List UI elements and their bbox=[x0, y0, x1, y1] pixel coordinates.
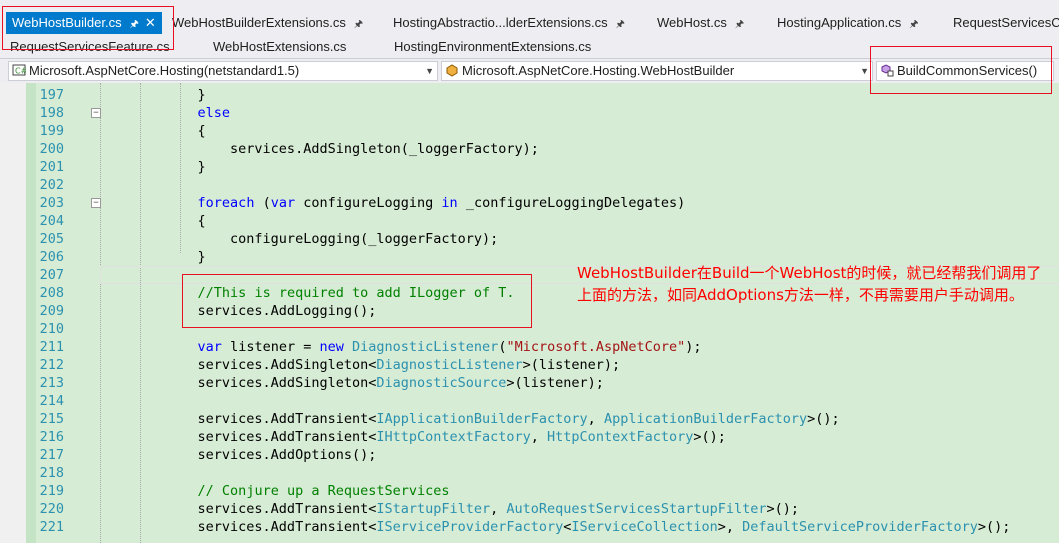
tab-hostingabstractions[interactable]: HostingAbstractio...lderExtensions.cs 🖈 bbox=[393, 12, 625, 34]
code-text: } bbox=[100, 249, 206, 265]
code-text: } bbox=[100, 159, 206, 175]
code-text: services.AddTransient<IStartupFilter, Au… bbox=[100, 501, 800, 517]
code-text: foreach (var configureLogging in _config… bbox=[197, 195, 686, 211]
tab-requestservicescontainer[interactable]: RequestServicesC... bbox=[953, 12, 1059, 34]
code-line[interactable]: 220 services.AddTransient<IStartupFilter… bbox=[0, 500, 1059, 518]
line-number: 215 bbox=[39, 411, 64, 427]
project-dropdown[interactable]: C#Microsoft.AspNetCore.Hosting(netstanda… bbox=[8, 61, 438, 81]
highlight-box-member bbox=[870, 46, 1052, 94]
line-number: 208 bbox=[39, 285, 64, 301]
code-text: configureLogging(_loggerFactory); bbox=[100, 231, 499, 247]
pin-icon[interactable]: 🖈 bbox=[909, 19, 918, 30]
code-line[interactable]: 212 services.AddSingleton<DiagnosticList… bbox=[0, 356, 1059, 374]
line-number: 203 bbox=[39, 195, 64, 211]
csharp-project-icon: C# bbox=[12, 64, 26, 76]
line-number: 201 bbox=[39, 159, 64, 175]
code-text: else bbox=[197, 105, 231, 121]
code-text: services.AddSingleton(_loggerFactory); bbox=[100, 141, 539, 157]
code-line[interactable]: 204 { bbox=[0, 212, 1059, 230]
code-text: } bbox=[100, 87, 206, 103]
annotation-note: WebHostBuilder在Build一个WebHost的时候，就已经帮我们调… bbox=[577, 264, 1042, 304]
line-number: 197 bbox=[39, 87, 64, 103]
tab-webhost[interactable]: WebHost.cs 🖈 bbox=[657, 12, 744, 34]
class-icon bbox=[446, 64, 458, 77]
code-line[interactable]: 205 configureLogging(_loggerFactory); bbox=[0, 230, 1059, 248]
line-number: 211 bbox=[39, 339, 64, 355]
svg-text:C#: C# bbox=[15, 67, 26, 76]
line-number: 207 bbox=[39, 267, 64, 283]
type-dropdown-value: Microsoft.AspNetCore.Hosting.WebHostBuil… bbox=[462, 63, 735, 78]
code-line[interactable]: 216 services.AddTransient<IHttpContextFa… bbox=[0, 428, 1059, 446]
code-editor[interactable]: 197 } 198− else 199 {200 services.AddSingl… bbox=[0, 83, 1059, 543]
code-line[interactable]: 215 services.AddTransient<IApplicationBu… bbox=[0, 410, 1059, 428]
pin-icon[interactable]: 🖈 bbox=[354, 19, 363, 30]
code-text: var listener = new DiagnosticListener("M… bbox=[197, 339, 702, 355]
line-number: 219 bbox=[39, 483, 64, 499]
code-line[interactable]: 199 { bbox=[0, 122, 1059, 140]
code-line[interactable]: 198− else bbox=[0, 104, 1059, 122]
code-text: // Conjure up a RequestServices bbox=[197, 483, 450, 499]
pin-icon[interactable]: 🖈 bbox=[616, 19, 625, 30]
line-number: 221 bbox=[39, 519, 64, 535]
line-number: 204 bbox=[39, 213, 64, 229]
code-line[interactable]: 201 } bbox=[0, 158, 1059, 176]
tab-label: WebHostBuilderExtensions.cs bbox=[172, 15, 346, 30]
chevron-down-icon: ▼ bbox=[860, 66, 869, 76]
code-text: services.AddTransient<IApplicationBuilde… bbox=[100, 411, 840, 427]
line-number: 206 bbox=[39, 249, 64, 265]
line-number: 198 bbox=[39, 105, 64, 121]
code-text: services.AddSingleton<DiagnosticListener… bbox=[100, 357, 621, 373]
tab-hostingenvironmentextensions[interactable]: HostingEnvironmentExtensions.cs bbox=[394, 36, 591, 58]
tab-label: HostingEnvironmentExtensions.cs bbox=[394, 39, 592, 54]
project-dropdown-value: Microsoft.AspNetCore.Hosting(netstandard… bbox=[29, 63, 300, 78]
line-number: 202 bbox=[39, 177, 64, 193]
line-number: 205 bbox=[39, 231, 64, 247]
code-line[interactable]: 221 services.AddTransient<IServiceProvid… bbox=[0, 518, 1059, 536]
line-number: 216 bbox=[39, 429, 64, 445]
highlight-box-tab bbox=[2, 6, 174, 50]
code-line[interactable]: 213 services.AddSingleton<DiagnosticSour… bbox=[0, 374, 1059, 392]
pin-icon[interactable]: 🖈 bbox=[735, 19, 744, 30]
tab-hostingapplication[interactable]: HostingApplication.cs 🖈 bbox=[777, 12, 919, 34]
code-text: services.AddTransient<IHttpContextFactor… bbox=[100, 429, 726, 445]
line-number: 213 bbox=[39, 375, 64, 391]
highlight-box-addlogging bbox=[182, 274, 532, 328]
code-text: services.AddTransient<IServiceProviderFa… bbox=[100, 519, 1011, 535]
tab-label: HostingApplication.cs bbox=[777, 15, 902, 30]
code-text: { bbox=[100, 213, 206, 229]
tab-label: RequestServicesC... bbox=[953, 15, 1059, 30]
tab-label: WebHost.cs bbox=[657, 15, 727, 30]
line-number: 220 bbox=[39, 501, 64, 517]
line-number: 200 bbox=[39, 141, 64, 157]
code-line[interactable]: 200 services.AddSingleton(_loggerFactory… bbox=[0, 140, 1059, 158]
code-line[interactable]: 214 bbox=[0, 392, 1059, 410]
code-text: { bbox=[100, 123, 206, 139]
line-number: 212 bbox=[39, 357, 64, 373]
line-number: 209 bbox=[39, 303, 64, 319]
code-text: services.AddOptions(); bbox=[100, 447, 377, 463]
line-number: 210 bbox=[39, 321, 64, 337]
line-number: 217 bbox=[39, 447, 64, 463]
line-number: 214 bbox=[39, 393, 64, 409]
code-text: services.AddSingleton<DiagnosticSource>(… bbox=[100, 375, 604, 391]
code-line[interactable]: 217 services.AddOptions(); bbox=[0, 446, 1059, 464]
tab-label: WebHostExtensions.cs bbox=[213, 39, 347, 54]
chevron-down-icon: ▼ bbox=[425, 66, 434, 76]
tab-webhostbuilderextensions[interactable]: WebHostBuilderExtensions.cs 🖈 bbox=[172, 12, 363, 34]
line-number: 199 bbox=[39, 123, 64, 139]
code-line[interactable]: 211 var listener = new DiagnosticListene… bbox=[0, 338, 1059, 356]
code-line[interactable]: 202 bbox=[0, 176, 1059, 194]
code-line[interactable]: 219 // Conjure up a RequestServices bbox=[0, 482, 1059, 500]
type-dropdown[interactable]: Microsoft.AspNetCore.Hosting.WebHostBuil… bbox=[441, 61, 873, 81]
code-line[interactable]: 203− foreach (var configureLogging in _c… bbox=[0, 194, 1059, 212]
tab-label: HostingAbstractio...lderExtensions.cs bbox=[393, 15, 608, 30]
code-line[interactable]: 218 bbox=[0, 464, 1059, 482]
line-number: 218 bbox=[39, 465, 64, 481]
tab-webhostextensions[interactable]: WebHostExtensions.cs bbox=[213, 36, 346, 58]
